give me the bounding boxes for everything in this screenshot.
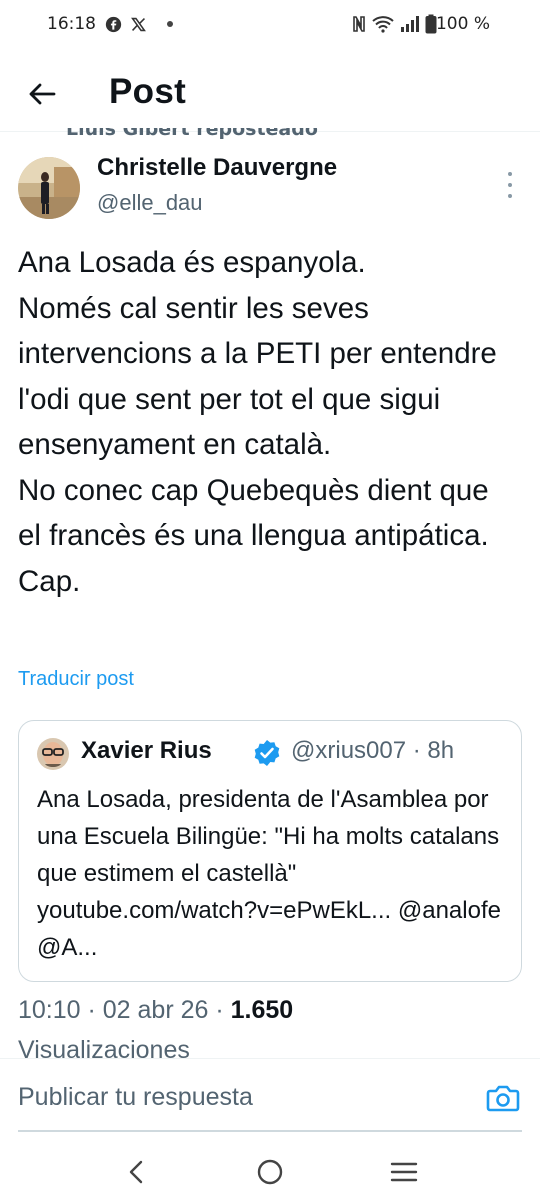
post-meta: 10:10 · 02 abr 26 · 1.650 <box>18 996 293 1025</box>
views-label: Visualizaciones <box>18 1036 190 1058</box>
verified-badge-icon <box>253 739 281 767</box>
nfc-icon <box>352 10 366 38</box>
x-icon <box>130 10 147 38</box>
menu-lines-icon <box>390 1162 418 1182</box>
quoted-author-avatar[interactable] <box>37 738 69 770</box>
status-time: 16:18 <box>47 14 96 34</box>
quoted-post-card[interactable]: Xavier Rius @xrius007 · 8h Ana Losada, p… <box>18 720 522 982</box>
reply-underline <box>18 1130 522 1132</box>
chevron-left-icon <box>129 1160 143 1184</box>
home-circle-icon <box>257 1159 283 1185</box>
quoted-post-text: Ana Losada, presidenta de l'Asamblea por… <box>37 786 501 961</box>
author-handle[interactable]: @elle_dau <box>97 190 203 216</box>
more-dot <box>508 172 512 176</box>
wifi-icon <box>372 10 394 38</box>
nav-home-button[interactable] <box>250 1152 290 1192</box>
battery-percentage: 100 % <box>435 14 490 34</box>
post-text: Ana Losada és espanyola. Només cal senti… <box>18 246 497 598</box>
author-name[interactable]: Christelle Dauvergne <box>97 154 337 182</box>
signal-icon <box>400 10 420 38</box>
status-bar: 16:18 100 % <box>0 0 540 50</box>
quoted-author-name: Xavier Rius <box>81 737 212 764</box>
translate-post-link[interactable]: Traducir post <box>18 668 134 691</box>
more-dot <box>508 194 512 198</box>
post-datetime: 10:10 · 02 abr 26 · <box>18 996 231 1024</box>
reply-bar: Publicar tu respuesta <box>0 1058 540 1132</box>
header: Post <box>0 62 540 126</box>
page-title: Post <box>109 72 187 111</box>
more-options-button[interactable] <box>500 172 520 198</box>
camera-icon[interactable] <box>486 1083 520 1113</box>
arrow-left-icon <box>29 83 56 105</box>
quoted-author-handle: @xrius007 · 8h <box>291 737 455 764</box>
author-avatar[interactable] <box>18 157 80 219</box>
nav-back-button[interactable] <box>116 1152 156 1192</box>
system-nav-bar <box>0 1140 540 1200</box>
reply-input[interactable]: Publicar tu respuesta <box>18 1083 253 1112</box>
views-count[interactable]: 1.650 <box>231 996 294 1024</box>
more-dot <box>508 183 512 187</box>
dot-icon <box>166 10 174 38</box>
back-button[interactable] <box>24 76 60 112</box>
facebook-icon <box>105 10 122 38</box>
nav-recents-button[interactable] <box>384 1152 424 1192</box>
